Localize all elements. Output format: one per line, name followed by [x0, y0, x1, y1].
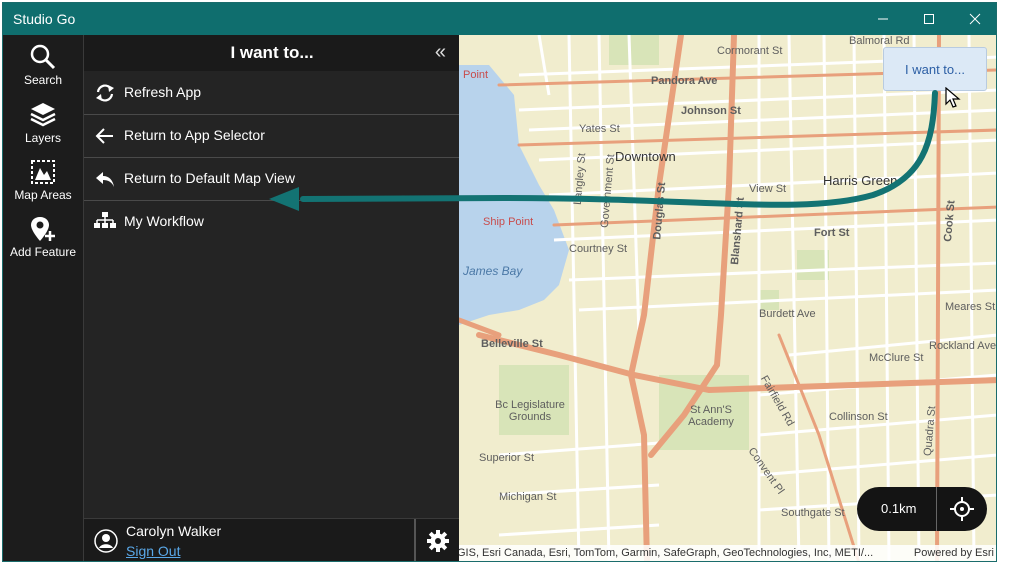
- annotation-arrow: [269, 90, 938, 211]
- app-window: Studio Go Search Layers Map Areas Add Fe…: [2, 2, 997, 562]
